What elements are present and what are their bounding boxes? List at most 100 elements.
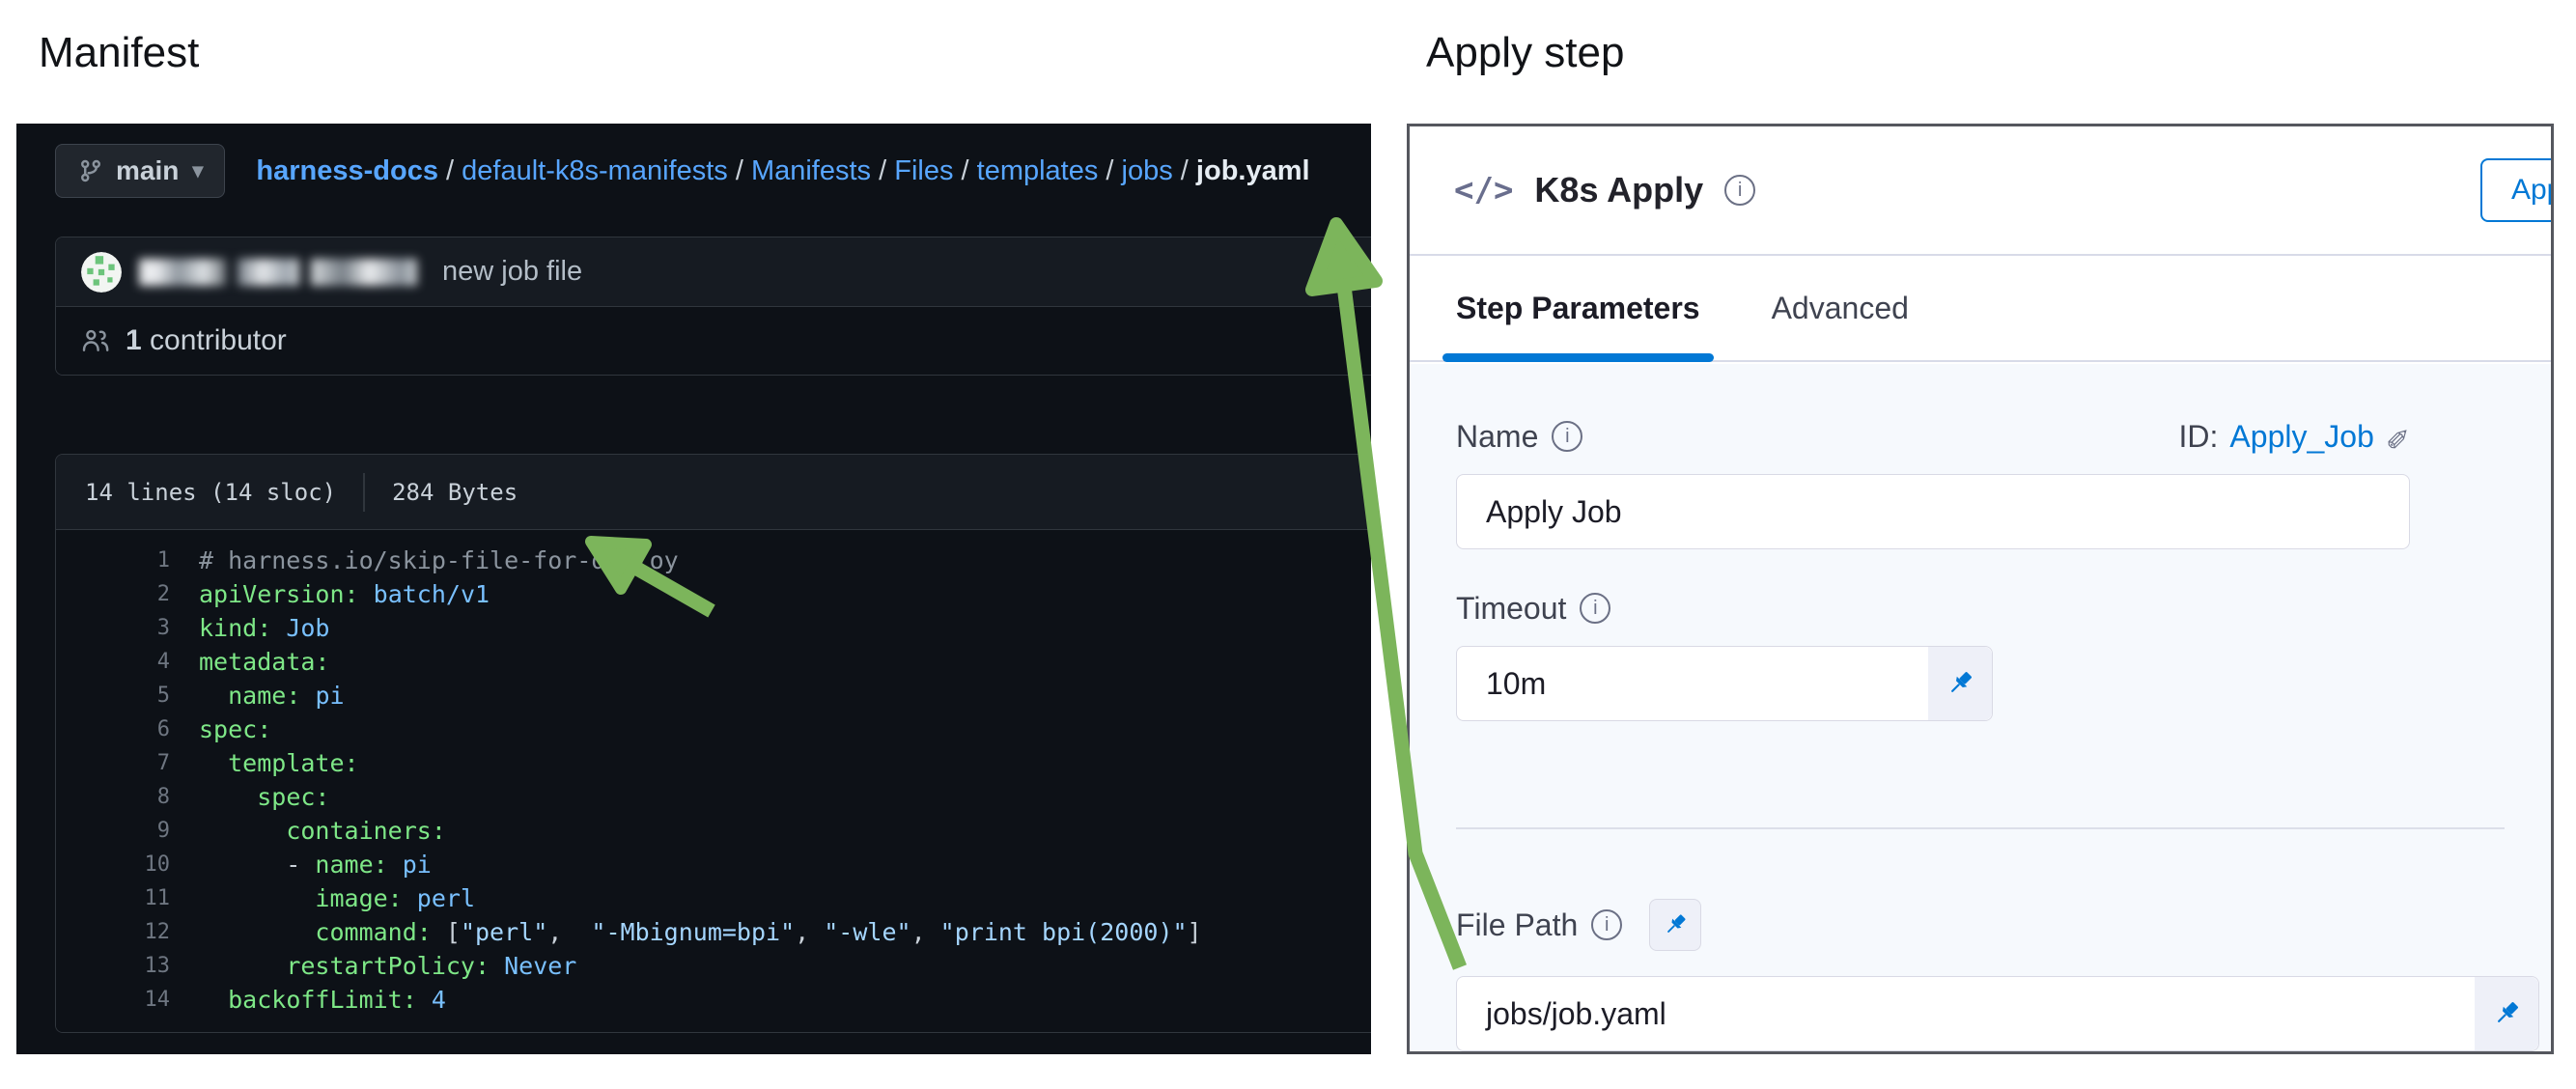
pin-input-type-toggle[interactable] xyxy=(2475,977,2538,1050)
breadcrumb-link[interactable]: default-k8s-manifests xyxy=(462,155,728,186)
code-line-content: spec: xyxy=(170,780,329,814)
contributor-count: 1 xyxy=(126,324,142,356)
code-token: spec: xyxy=(199,715,271,743)
divider xyxy=(363,473,365,512)
code-token xyxy=(300,682,315,710)
code-token: , xyxy=(547,918,591,946)
pin-input-type-toggle[interactable] xyxy=(1928,647,1992,720)
code-line-content: - name: pi xyxy=(170,848,432,881)
line-number[interactable]: 1 xyxy=(56,544,170,577)
code-line-content: metadata: xyxy=(170,645,329,679)
line-number[interactable]: 4 xyxy=(56,645,170,679)
code-token: "-Mbignum=bpi" xyxy=(591,918,795,946)
line-number[interactable]: 14 xyxy=(56,983,170,1017)
step-title: K8s Apply xyxy=(1534,170,1703,210)
line-number[interactable]: 6 xyxy=(56,712,170,746)
code-token: name: xyxy=(228,682,300,710)
code-token: Job xyxy=(286,614,329,642)
git-branch-icon xyxy=(77,157,104,184)
avatar[interactable] xyxy=(81,252,122,293)
code-token: name: xyxy=(315,851,387,879)
code-token: , xyxy=(795,918,824,946)
breadcrumb-link[interactable]: harness-docs xyxy=(256,155,438,186)
code-line-content: image: perl xyxy=(170,881,475,915)
line-number[interactable]: 10 xyxy=(56,848,170,881)
pin-input-type-button[interactable] xyxy=(1649,899,1701,951)
line-number[interactable]: 8 xyxy=(56,780,170,814)
breadcrumb-separator: / xyxy=(438,155,462,186)
breadcrumb-link[interactable]: templates xyxy=(977,155,1099,186)
code-token: backoffLimit: xyxy=(228,986,417,1014)
contributors-row[interactable]: 1 contributor xyxy=(56,307,1371,375)
code-token: containers: xyxy=(286,817,446,845)
info-icon[interactable]: i xyxy=(1552,421,1582,452)
timeout-input[interactable]: 10m xyxy=(1456,646,1993,721)
code-token: ] xyxy=(1188,918,1202,946)
breadcrumb-separator: / xyxy=(1173,155,1196,186)
timeout-label: Timeout i xyxy=(1456,590,2505,627)
line-number[interactable]: 11 xyxy=(56,881,170,915)
code-line-content: containers: xyxy=(170,814,446,848)
tab-advanced[interactable]: Advanced xyxy=(1772,256,1909,360)
commit-header: new job file xyxy=(56,237,1371,307)
code-line-content: kind: Job xyxy=(170,611,329,645)
commit-author-redacted xyxy=(139,259,417,286)
breadcrumb-separator: / xyxy=(871,155,894,186)
line-number[interactable]: 12 xyxy=(56,915,170,949)
line-number[interactable]: 13 xyxy=(56,949,170,983)
code-token xyxy=(199,817,286,845)
info-icon[interactable]: i xyxy=(1580,593,1610,624)
commit-message[interactable]: new job file xyxy=(442,256,582,288)
breadcrumb-current-file: job.yaml xyxy=(1196,155,1310,186)
breadcrumb-link[interactable]: Files xyxy=(894,155,953,186)
branch-name: main xyxy=(116,155,179,186)
code-token: "print bpi(2000)" xyxy=(940,918,1188,946)
file-path-input[interactable]: jobs/job.yaml xyxy=(1456,976,2539,1051)
name-label: Name i xyxy=(1456,419,1582,455)
code-token: "-wle" xyxy=(824,918,910,946)
apply-changes-button[interactable]: Apply xyxy=(2480,158,2554,222)
code-token: command: xyxy=(315,918,431,946)
line-number[interactable]: 7 xyxy=(56,746,170,780)
branch-selector-button[interactable]: main ▾ xyxy=(55,144,225,198)
breadcrumb-link[interactable]: Manifests xyxy=(751,155,871,186)
code-token: 4 xyxy=(432,986,446,1014)
line-number[interactable]: 9 xyxy=(56,814,170,848)
code-token: spec: xyxy=(257,783,329,811)
info-icon[interactable]: i xyxy=(1591,909,1622,940)
code-line: 14 backoffLimit: 4 xyxy=(56,983,1371,1017)
code-token: batch/v1 xyxy=(374,580,490,608)
line-number[interactable]: 2 xyxy=(56,577,170,611)
apply-step-section-title: Apply step xyxy=(1426,29,1624,77)
breadcrumb-link[interactable]: jobs xyxy=(1122,155,1173,186)
github-file-panel: main ▾ harness-docs / default-k8s-manife… xyxy=(16,124,1371,1054)
file-path-label: File Path i xyxy=(1456,908,1622,943)
info-icon[interactable]: i xyxy=(1724,175,1755,206)
code-token: restartPolicy: xyxy=(286,952,490,980)
tab-step-parameters[interactable]: Step Parameters xyxy=(1456,256,1700,360)
step-id: ID: Apply_Job ✎ xyxy=(2179,419,2410,455)
id-value-link[interactable]: Apply_Job xyxy=(2229,419,2373,455)
line-number[interactable]: 5 xyxy=(56,679,170,712)
manifest-section-title: Manifest xyxy=(39,29,199,77)
code-token: "perl" xyxy=(461,918,547,946)
code-line-content: name: pi xyxy=(170,679,345,712)
code-token xyxy=(403,884,417,912)
edit-id-pencil-icon[interactable]: ✎ xyxy=(2386,420,2410,454)
step-header: </> K8s Apply i Apply xyxy=(1410,126,2551,256)
file-stats-bar: 14 lines (14 sloc) 284 Bytes xyxy=(56,455,1371,530)
code-line: 10 - name: pi xyxy=(56,848,1371,881)
code-token: apiVersion: xyxy=(199,580,359,608)
k8s-apply-step-panel: </> K8s Apply i Apply Step Parameters Ad… xyxy=(1407,124,2554,1054)
code-token xyxy=(388,851,403,879)
breadcrumb: harness-docs / default-k8s-manifests / M… xyxy=(256,155,1309,187)
name-input[interactable]: Apply Job xyxy=(1456,474,2410,549)
code-line-content: spec: xyxy=(170,712,271,746)
line-number[interactable]: 3 xyxy=(56,611,170,645)
code-token: # harness.io/skip-file-for-deploy xyxy=(199,546,679,574)
code-token: pi xyxy=(315,682,344,710)
code-line: 2 apiVersion: batch/v1 xyxy=(56,577,1371,611)
step-parameters-form: Name i ID: Apply_Job ✎ Apply Job Timeout… xyxy=(1410,364,2551,1051)
code-token: template: xyxy=(228,749,358,777)
code-token xyxy=(417,986,432,1014)
